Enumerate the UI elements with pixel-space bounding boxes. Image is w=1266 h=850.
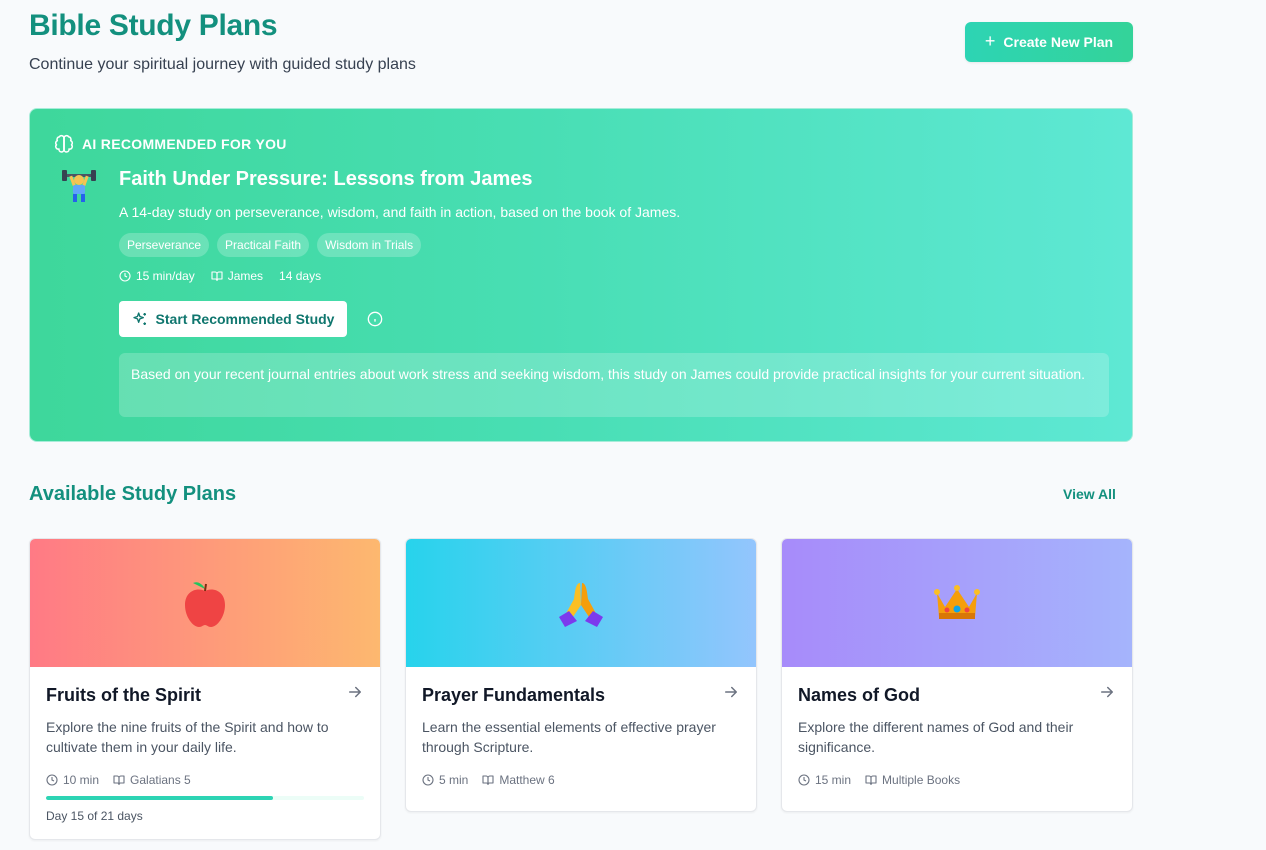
recommended-meta: 15 min/day James 14 days (119, 269, 321, 283)
time-text: 15 min/day (136, 269, 195, 283)
recommendation-reason: Based on your recent journal entries abo… (119, 353, 1109, 417)
page-title: Bible Study Plans (29, 9, 278, 42)
progress-text: Day 15 of 21 days (46, 809, 143, 823)
plan-description: Learn the essential elements of effectiv… (422, 719, 716, 755)
book-text: Matthew 6 (499, 773, 555, 787)
sparkles-icon (132, 312, 146, 325)
recommended-plan-card: AI RECOMMENDED FOR YOU Faith Under Press… (29, 108, 1133, 442)
tag: Wisdom in Trials (317, 233, 422, 257)
time-meta: 10 min (46, 773, 99, 787)
plan-banner (406, 539, 756, 667)
crown-icon (934, 585, 980, 619)
plan-body: Names of God Explore the different names… (782, 667, 1132, 811)
recommended-description: A 14-day study on perseverance, wisdom, … (119, 204, 681, 220)
clock-icon (46, 774, 58, 786)
view-all-link[interactable]: View All (1063, 486, 1116, 502)
time-meta: 5 min (422, 773, 468, 787)
plus-icon: + (984, 31, 996, 51)
book-icon (482, 775, 494, 786)
duration-meta: 14 days (279, 269, 322, 283)
clock-icon (422, 774, 434, 786)
plan-card-names-of-god[interactable]: Names of God Explore the different names… (781, 538, 1133, 812)
time-text: 15 min (815, 773, 852, 787)
plan-description: Explore the nine fruits of the Spirit an… (46, 719, 329, 755)
weightlifter-icon (62, 170, 96, 202)
brain-icon (55, 134, 73, 153)
book-text: Multiple Books (882, 773, 961, 787)
time-text: 5 min (439, 773, 469, 787)
time-meta: 15 min (798, 773, 851, 787)
book-meta: Multiple Books (865, 773, 960, 787)
page-subtitle: Continue your spiritual journey with gui… (29, 56, 416, 73)
tag: Practical Faith (217, 233, 310, 257)
clock-icon (798, 774, 810, 786)
create-new-plan-label: Create New Plan (1003, 34, 1114, 50)
plan-title: Fruits of the Spirit (46, 685, 201, 705)
book-icon (113, 775, 125, 786)
recommended-title: Faith Under Pressure: Lessons from James (119, 168, 533, 190)
plan-body: Prayer Fundamentals Learn the essential … (406, 667, 756, 811)
start-recommended-study-button[interactable]: Start Recommended Study (119, 301, 347, 337)
plan-description: Explore the different names of God and t… (798, 719, 1074, 755)
recommended-label: AI RECOMMENDED FOR YOU (82, 136, 287, 152)
create-new-plan-button[interactable]: + Create New Plan (965, 22, 1133, 62)
start-recommended-label: Start Recommended Study (155, 311, 335, 327)
book-meta: Matthew 6 (482, 773, 555, 787)
plan-meta: 10 min Galatians 5 (46, 773, 364, 787)
praying-hands-icon (559, 583, 603, 627)
plan-card-prayer-fundamentals[interactable]: Prayer Fundamentals Learn the essential … (405, 538, 757, 812)
arrow-right-icon[interactable] (722, 683, 740, 701)
book-meta: Galatians 5 (113, 773, 191, 787)
info-icon[interactable] (367, 311, 383, 327)
plan-meta: 15 min Multiple Books (798, 773, 1116, 811)
book-text: Galatians 5 (130, 773, 191, 787)
progress-fill (46, 796, 274, 800)
plan-card-fruits-of-the-spirit[interactable]: Fruits of the Spirit Explore the nine fr… (29, 538, 381, 840)
recommended-header: AI RECOMMENDED FOR YOU (54, 134, 287, 154)
plan-title: Names of God (798, 685, 921, 705)
plan-banner (30, 539, 380, 667)
time-meta: 15 min/day (119, 269, 195, 283)
time-text: 10 min (63, 773, 100, 787)
recommended-tags: Perseverance Practical Faith Wisdom in T… (119, 233, 422, 257)
book-text: James (227, 269, 264, 283)
plan-body: Fruits of the Spirit Explore the nine fr… (30, 667, 380, 839)
book-icon (211, 271, 223, 282)
book-icon (865, 775, 877, 786)
book-meta: James (211, 269, 263, 283)
progress-bar (46, 796, 364, 800)
arrow-right-icon[interactable] (346, 683, 364, 701)
arrow-right-icon[interactable] (1098, 683, 1116, 701)
tag: Perseverance (119, 233, 210, 257)
plan-meta: 5 min Matthew 6 (422, 773, 740, 811)
apple-icon (185, 582, 225, 627)
clock-icon (119, 270, 131, 282)
plan-title: Prayer Fundamentals (422, 685, 606, 705)
plan-banner (782, 539, 1132, 667)
section-title: Available Study Plans (29, 483, 237, 505)
